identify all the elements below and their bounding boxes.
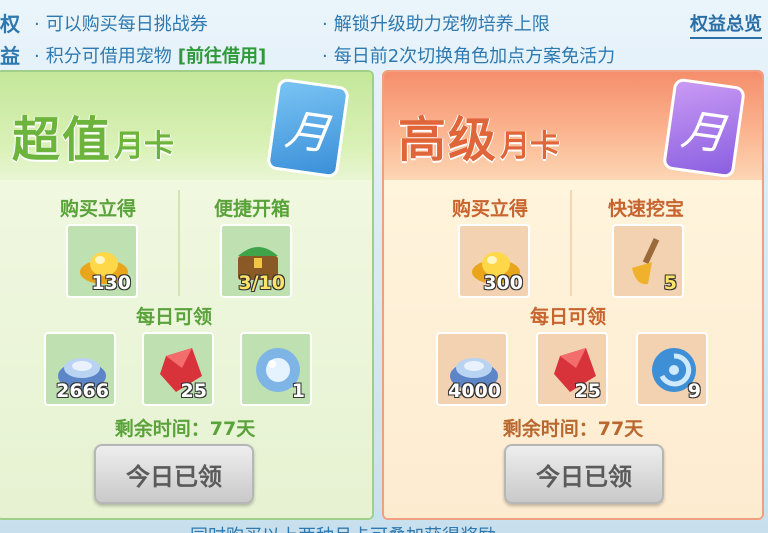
- daily-swirl-orb[interactable]: 9: [636, 332, 708, 406]
- reward-qty: 130: [91, 272, 131, 294]
- reward-qty: 1: [291, 380, 305, 402]
- daily-red-crystal[interactable]: 25: [142, 332, 214, 406]
- reward-shovel[interactable]: 5: [612, 224, 684, 298]
- privileges-overview-link[interactable]: 权益总览: [690, 10, 762, 39]
- daily-blue-orb[interactable]: 1: [240, 332, 312, 406]
- perk-4-label: 每日前2次切换角色加点方案免活力: [333, 46, 616, 67]
- card-header: 超值月卡 月: [0, 72, 372, 180]
- bullet-icon: ·: [34, 14, 40, 35]
- section-instant-title: 购买立得: [452, 198, 529, 220]
- reward-qty: 25: [574, 380, 601, 402]
- reward-qty: 25: [180, 380, 207, 402]
- reward-qty: 4000: [448, 380, 501, 402]
- remaining-time: 剩余时间：77天: [502, 418, 644, 440]
- card-title: 超值月卡: [12, 100, 174, 170]
- daily-red-crystal[interactable]: 25: [536, 332, 608, 406]
- perk-2: · 解锁升级助力宠物培养上限: [322, 10, 550, 36]
- daily-silver-ingot[interactable]: 4000: [436, 332, 508, 406]
- section-divider: [570, 190, 572, 296]
- remaining-time: 剩余时间：77天: [114, 418, 256, 440]
- reward-gold-ingot[interactable]: 300: [458, 224, 530, 298]
- perk-3-label: 积分可借用宠物: [45, 46, 172, 67]
- reward-qty: 9: [687, 380, 701, 402]
- footer-note: 同时购买以上两种月卡可叠加获得奖励: [190, 522, 496, 533]
- daily-title: 每日可领: [136, 306, 213, 328]
- value-monthly-card: 超值月卡 月 购买立得 便捷开箱 130 3/10 每日可领 2666 25 1…: [0, 70, 374, 520]
- card-title-main: 超值: [12, 112, 113, 168]
- perk-3: · 积分可借用宠物 [前往借用]: [34, 42, 266, 68]
- perk-2-label: 解锁升级助力宠物培养上限: [333, 14, 550, 35]
- borrow-pet-link[interactable]: [前往借用]: [178, 46, 266, 67]
- reward-treasure-chest[interactable]: 3/10: [220, 224, 292, 298]
- bullet-icon: ·: [322, 46, 328, 67]
- perk-1: · 可以购买每日挑战券: [34, 10, 208, 36]
- section-divider: [178, 190, 180, 296]
- daily-title: 每日可领: [530, 306, 607, 328]
- daily-silver-ingot[interactable]: 2666: [44, 332, 116, 406]
- card-title-sub: 月卡: [114, 129, 175, 164]
- reward-qty: 2666: [56, 380, 109, 402]
- card-title: 高级月卡: [398, 100, 560, 170]
- section-quick-dig-title: 快速挖宝: [608, 198, 685, 220]
- reward-gold-ingot[interactable]: 130: [66, 224, 138, 298]
- privileges-edge-1: 权: [0, 12, 20, 36]
- month-card-emblem-icon: 月: [265, 77, 351, 179]
- card-header: 高级月卡 月: [384, 72, 762, 180]
- card-title-main: 高级: [398, 112, 499, 168]
- reward-qty: 5: [663, 272, 677, 294]
- claimed-today-button[interactable]: 今日已领: [94, 444, 254, 504]
- card-title-sub: 月卡: [500, 129, 561, 164]
- month-card-emblem-icon: 月: [661, 77, 747, 179]
- privileges-edge-2: 益: [0, 44, 20, 68]
- card-body: 购买立得 便捷开箱 130 3/10 每日可领 2666 25 1 剩余时间：7…: [0, 180, 372, 518]
- section-open-box-title: 便捷开箱: [214, 198, 291, 220]
- premium-monthly-card: 高级月卡 月 购买立得 快速挖宝 300 5 每日可领 4000 25 9 剩余…: [382, 70, 764, 520]
- reward-qty: 300: [483, 272, 523, 294]
- perk-1-label: 可以购买每日挑战券: [45, 14, 208, 35]
- perk-4: · 每日前2次切换角色加点方案免活力: [322, 42, 615, 68]
- privileges-bar: 权 益 · 可以购买每日挑战券 · 解锁升级助力宠物培养上限 · 积分可借用宠物 [前往…: [0, 0, 768, 68]
- reward-qty: 3/10: [238, 272, 285, 294]
- section-instant-title: 购买立得: [60, 198, 137, 220]
- card-body: 购买立得 快速挖宝 300 5 每日可领 4000 25 9 剩余时间：77天 …: [384, 180, 762, 518]
- bullet-icon: ·: [322, 14, 328, 35]
- claimed-today-button[interactable]: 今日已领: [504, 444, 664, 504]
- bullet-icon: ·: [34, 46, 40, 67]
